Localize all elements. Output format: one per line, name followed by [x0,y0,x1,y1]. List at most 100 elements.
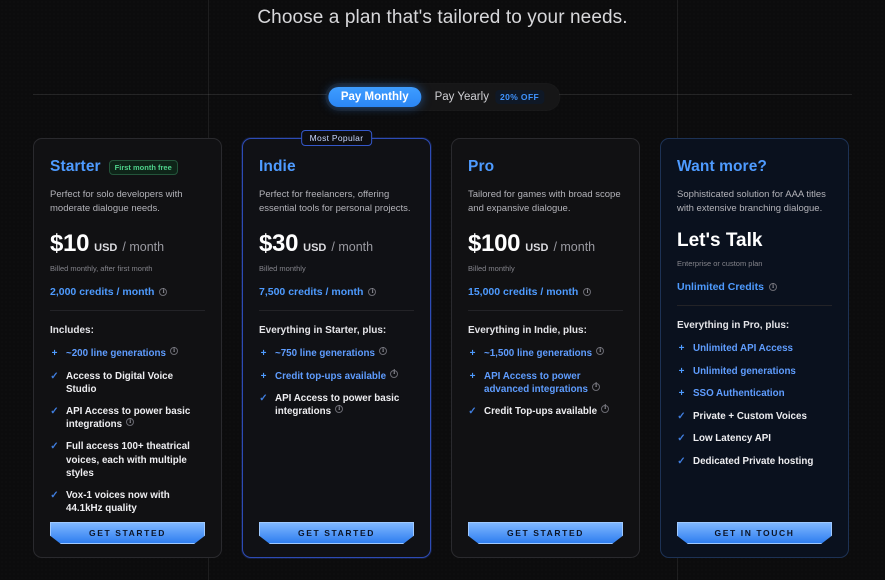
cta-button-starter[interactable]: GET STARTED [50,522,205,544]
cta-button-indie[interactable]: GET STARTED [259,522,414,544]
plan-description: Sophisticated solution for AAA titles wi… [677,189,826,214]
check-icon: ✓ [677,410,686,422]
info-icon[interactable] [591,381,600,391]
feature-item: + Unlimited generations [677,365,832,379]
feature-text-wrap: Vox-1 voices now with 44.1kHz quality [66,489,205,515]
billing-period-toggle[interactable]: Pay Monthly Pay Yearly 20% OFF [325,84,560,110]
feature-text-wrap: Credit Top-ups available [484,403,610,418]
check-icon: ✓ [50,370,59,382]
plus-icon: + [678,365,685,377]
feature-text-wrap: Credit top-ups available [275,368,399,383]
plan-price-currency: USD [525,242,549,254]
feature-text: Access to Digital Voice Studio [66,370,174,395]
info-icon[interactable] [126,417,135,427]
card-title-row: Indie [259,158,414,176]
feature-text: API Access to power advanced integration… [484,370,588,395]
feature-item: ✓ Dedicated Private hosting [677,455,832,469]
plus-icon: + [260,370,267,382]
cta-button-enterprise[interactable]: GET IN TOUCH [677,522,832,544]
plan-credits: 15,000 credits / month [468,286,623,311]
feature-text: Dedicated Private hosting [693,455,814,467]
includes-plan-ref: Indie [534,325,558,336]
toggle-option-yearly[interactable]: Pay Yearly 20% OFF [422,86,558,108]
feature-text: Full access 100+ theatrical voices, each… [66,441,190,479]
feature-item: ✓ API Access to power basic integrations [259,392,414,418]
includes-suffix: , plus: [759,320,790,331]
check-icon: ✓ [259,393,268,404]
plan-credits: 7,500 credits / month [259,286,414,311]
feature-text: SSO Authentication [693,388,785,399]
plan-credits-label: 7,500 credits / month [259,286,364,298]
feature-item: ✓ Credit Top-ups available [468,403,623,419]
check-icon: ✓ [677,455,686,467]
includes-plan-ref: Starter [325,325,357,336]
check-icon: ✓ [50,490,59,502]
feature-text: Unlimited API Access [693,343,793,354]
cta-button-pro[interactable]: GET STARTED [468,522,623,544]
feature-item: ✓ API Access to power basic integrations [50,405,205,431]
plan-price-period: / month [553,240,596,254]
feature-list: + Unlimited API Access + Unlimited generati… [677,342,832,468]
includes-label: Everything in Indie, plus: [468,325,623,336]
plan-price-currency: USD [94,242,118,254]
feature-item: + ~200 line generations [50,346,205,361]
free-trial-badge: First month free [108,159,178,175]
plan-price-row: $30 USD / month [259,230,414,258]
feature-text: Vox-1 voices now with 44.1kHz quality [66,490,170,515]
feature-text: ~750 line generations [275,348,375,359]
includes-suffix: , plus: [557,325,587,336]
plan-description: Tailored for games with broad scope and … [468,189,621,214]
includes-plan-ref: Pro [743,320,760,331]
pricing-page: Choose a plan that's tailored to your ne… [0,0,885,580]
toggle-yearly-label: Pay Yearly [434,91,489,103]
info-icon[interactable] [596,346,605,355]
plus-icon: + [678,388,685,399]
plus-icon: + [469,348,476,359]
pricing-card-pro: Pro Tailored for games with broad scope a… [451,138,640,558]
plan-name: Indie [259,158,296,175]
includes-label: Includes: [50,325,94,336]
toggle-option-monthly[interactable]: Pay Monthly [327,87,422,107]
pricing-cards-row: Starter First month free Perfect for solo … [33,130,849,558]
plan-price-currency: USD [303,242,327,254]
card-title-row: Pro [468,158,623,176]
info-icon[interactable] [159,287,168,296]
info-icon[interactable] [378,346,387,355]
most-popular-badge: Most Popular [300,130,373,146]
feature-text-wrap: Low Latency API [693,432,771,445]
info-icon[interactable] [169,346,178,355]
plan-description: Perfect for freelancers, offering essent… [259,189,411,214]
feature-list: + ~200 line generations ✓ Access to Digital… [50,346,205,515]
feature-text: ~1,500 line generations [484,348,593,359]
plan-credits-label: 2,000 credits / month [50,286,155,298]
feature-item: + API Access to power advanced integratio… [468,370,623,396]
info-icon[interactable] [390,368,399,378]
feature-item: ✓ Private + Custom Voices [677,410,832,424]
feature-text: Low Latency API [693,433,772,444]
info-icon[interactable] [368,287,377,296]
plan-price-amount: $10 [50,230,90,257]
info-icon[interactable] [601,403,610,413]
plan-credits: 2,000 credits / month [50,286,205,311]
info-icon[interactable] [768,282,777,291]
feature-item: + Unlimited API Access [677,342,832,356]
plan-credits-label: 15,000 credits / month [468,286,579,298]
includes-prefix: Everything in [468,325,535,336]
info-icon[interactable] [335,404,344,414]
feature-item: + SSO Authentication [677,387,832,401]
plan-credits: Unlimited Credits [677,281,832,306]
plan-price-row: $10 USD / month [50,230,205,258]
feature-text-wrap: SSO Authentication [693,387,785,400]
feature-text: ~200 line generations [66,348,166,359]
includes-prefix: Everything in [677,320,744,331]
discount-badge: 20% OFF [494,90,545,104]
feature-text: Unlimited generations [693,365,796,377]
plan-name: Pro [468,158,495,175]
plan-price-amount: $30 [259,230,299,257]
billing-note: Billed monthly, after first month [50,264,153,273]
includes-label: Everything in Starter, plus: [259,325,414,336]
feature-text: Private + Custom Voices [693,410,807,422]
info-icon[interactable] [583,287,592,296]
page-title: Choose a plan that's tailored to your ne… [257,7,628,28]
plus-icon: + [469,370,476,382]
